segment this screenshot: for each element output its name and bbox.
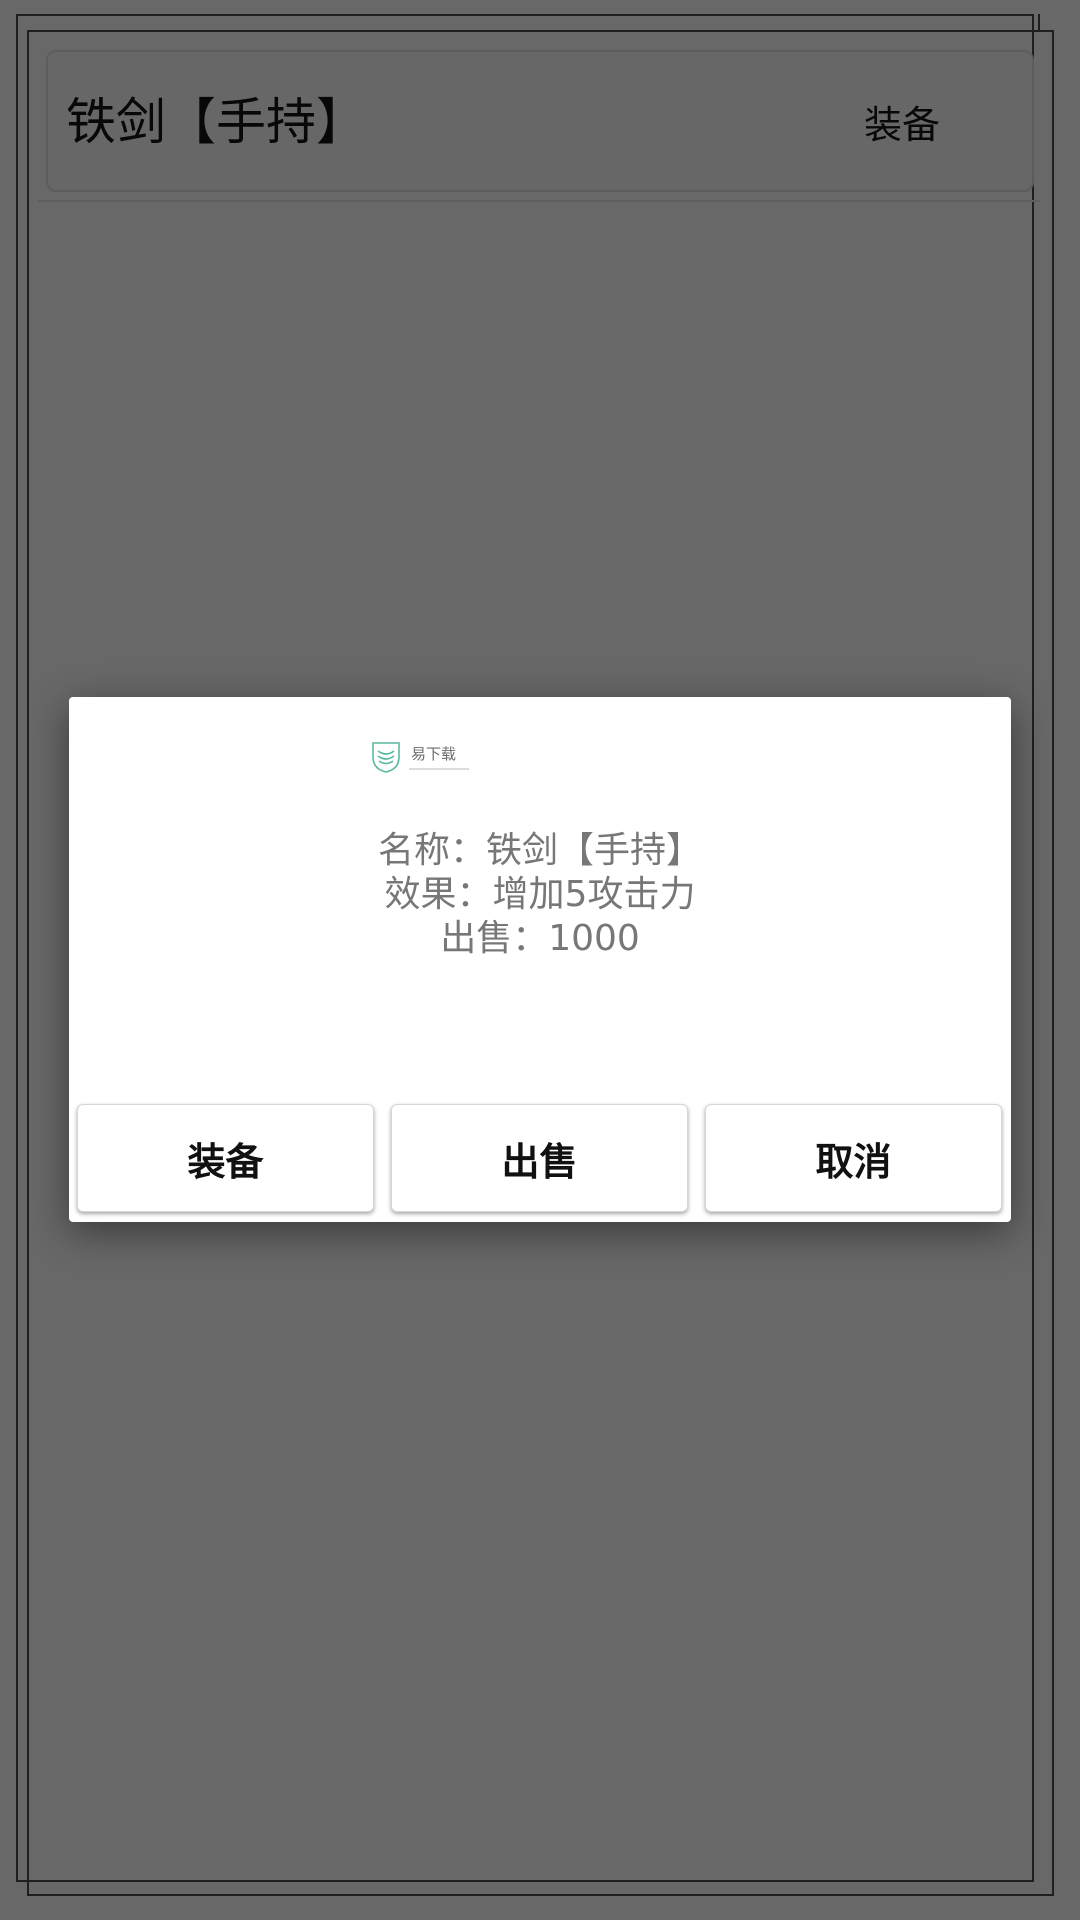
game-screen: 铁剑【手持】 装备 易下载 名称：铁剑【手持】 效果：增加5攻击力 出售：100…: [0, 0, 1080, 1920]
cancel-button[interactable]: 取消: [705, 1104, 1002, 1212]
svg-text:易下载: 易下载: [411, 745, 456, 763]
app-logo-icon: 易下载: [372, 742, 469, 773]
sell-button[interactable]: 出售: [391, 1104, 688, 1212]
item-dialog: 易下载 名称：铁剑【手持】 效果：增加5攻击力 出售：1000 装备 出售 取消: [69, 697, 1011, 1222]
item-name-line: 名称：铁剑【手持】: [377, 830, 702, 871]
equip-button[interactable]: 装备: [77, 1104, 374, 1212]
item-effect-line: 效果：增加5攻击力: [384, 874, 696, 915]
item-info: 名称：铁剑【手持】 效果：增加5攻击力 出售：1000: [69, 829, 1011, 961]
item-price-line: 出售：1000: [440, 918, 640, 959]
